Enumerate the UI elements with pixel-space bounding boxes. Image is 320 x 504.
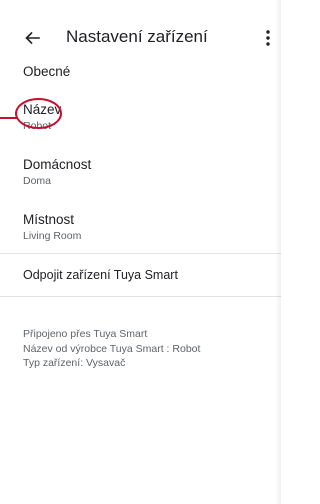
setting-item-home[interactable]: Domácnost Doma — [23, 156, 273, 188]
back-button[interactable] — [20, 26, 44, 50]
annotation-pointer-line — [0, 117, 17, 119]
section-header-general: Obecné — [23, 64, 71, 79]
setting-item-label: Domácnost — [23, 157, 92, 172]
setting-item-value: Robot — [23, 120, 52, 132]
device-info: Připojeno přes Tuya Smart Název od výrob… — [23, 327, 273, 371]
setting-item-room[interactable]: Místnost Living Room — [23, 211, 273, 243]
device-settings-screen: Nastavení zařízení Obecné Název Robot Do… — [0, 0, 281, 504]
setting-item-label: Název — [23, 102, 62, 117]
setting-item-label: Místnost — [23, 212, 75, 227]
info-line-manufacturer-name: Název od výrobce Tuya Smart : Robot — [23, 342, 201, 355]
divider — [0, 296, 281, 297]
setting-item-name[interactable]: Název Robot — [23, 101, 273, 133]
setting-item-value: Living Room — [23, 230, 82, 242]
setting-item-value: Doma — [23, 175, 52, 187]
divider — [0, 253, 281, 254]
unlink-device-button[interactable]: Odpojit zařízení Tuya Smart — [23, 268, 178, 282]
info-line-connected-via: Připojeno přes Tuya Smart — [23, 328, 148, 340]
more-vert-icon — [266, 30, 270, 46]
arrow-left-icon — [25, 31, 40, 45]
page-title: Nastavení zařízení — [66, 27, 208, 46]
screen-edge-shadow — [275, 0, 281, 504]
top-app-bar: Nastavení zařízení — [0, 18, 281, 58]
info-line-device-type: Typ zařízení: Vysavač — [23, 357, 126, 369]
